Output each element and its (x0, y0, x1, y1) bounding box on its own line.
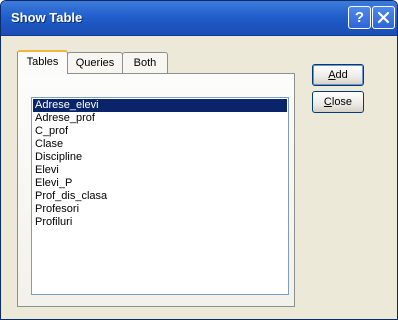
help-button[interactable]: ? (348, 6, 371, 29)
table-list-item[interactable]: Profiluri (33, 216, 287, 229)
close-icon (377, 11, 390, 24)
table-list-item[interactable]: Discipline (33, 151, 287, 164)
table-list-item[interactable]: C_prof (33, 125, 287, 138)
close-window-button[interactable] (372, 6, 395, 29)
close-button-accel: C (323, 96, 332, 108)
table-list-item[interactable]: Prof_dis_clasa (33, 190, 287, 203)
add-button-label: dd (335, 69, 348, 81)
show-table-dialog: Show Table ? Tables Queries Both Adrese_… (0, 0, 398, 320)
close-button[interactable]: Close (312, 91, 364, 113)
add-button[interactable]: Add (312, 64, 364, 86)
title-bar[interactable]: Show Table ? (1, 1, 397, 36)
table-list-item[interactable]: Adrese_prof (33, 112, 287, 125)
table-list-item[interactable]: Clase (33, 138, 287, 151)
close-button-label: lose (331, 96, 353, 108)
table-list-item[interactable]: Profesori (33, 203, 287, 216)
add-button-accel: A (328, 69, 336, 81)
table-list-item[interactable]: Elevi (33, 164, 287, 177)
table-list-item[interactable]: Adrese_elevi (33, 99, 287, 112)
dialog-title: Show Table (11, 10, 83, 25)
table-listbox[interactable]: Adrese_elevi Adrese_prof C_prof Clase Discip… (31, 97, 289, 295)
help-icon: ? (354, 9, 365, 26)
tab-both[interactable]: Both (122, 52, 168, 74)
tab-tables[interactable]: Tables (17, 50, 68, 74)
table-list-item[interactable]: Elevi_P (33, 177, 287, 190)
tab-queries[interactable]: Queries (67, 52, 123, 74)
